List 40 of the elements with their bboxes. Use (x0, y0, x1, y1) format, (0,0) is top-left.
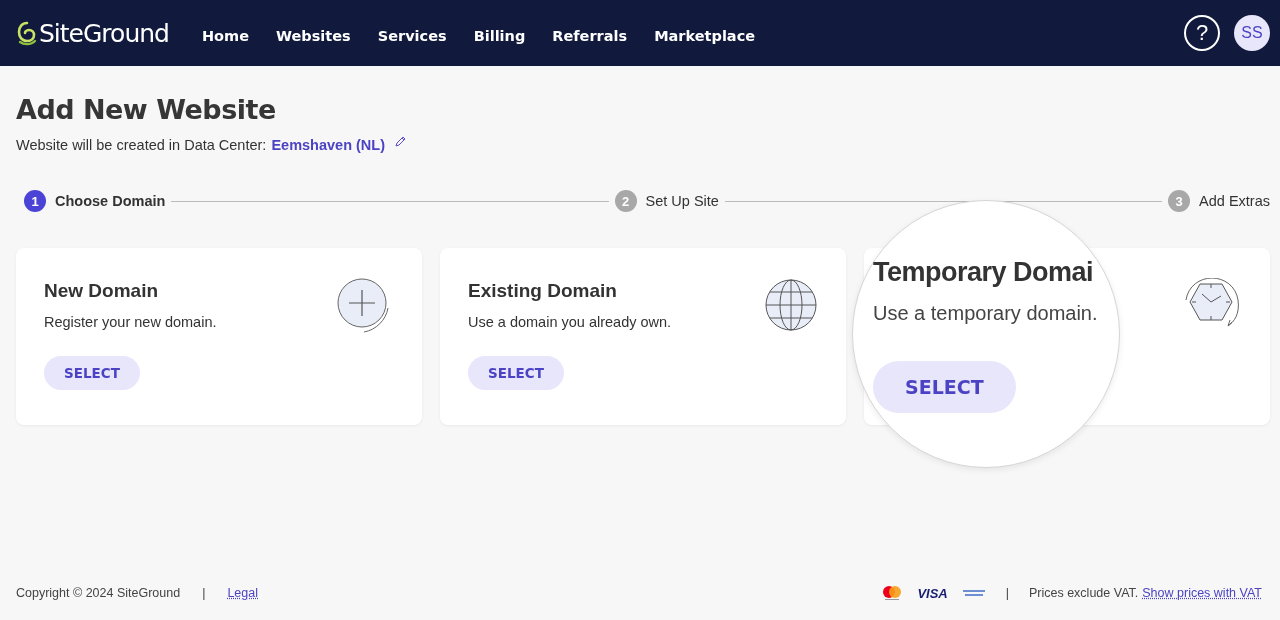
card-title: Existing Domain (468, 280, 618, 302)
show-vat-link[interactable]: Show prices with VAT (1142, 586, 1262, 600)
globe-icon (764, 278, 818, 332)
visa-logo: VISA (917, 585, 948, 601)
data-center-label: Website will be created in Data Center: (16, 137, 267, 153)
separator: | (1005, 586, 1009, 600)
step-number: 1 (24, 190, 46, 212)
card-description: Use a domain you already own. (468, 314, 673, 330)
nav-link[interactable]: Marketplace (654, 28, 756, 44)
copyright-text: Copyright © 2024 SiteGround (16, 586, 181, 600)
step-number: 2 (614, 190, 637, 212)
card-title: Temporary Domai (873, 257, 1095, 288)
vat-note: Prices exclude VAT. (1028, 586, 1139, 600)
select-button[interactable]: SELECT (873, 361, 1016, 413)
nav-link[interactable]: Services (377, 28, 447, 44)
separator: | (202, 586, 206, 600)
nav-link[interactable]: Home (201, 28, 249, 44)
clock-icon (1182, 278, 1242, 328)
user-avatar[interactable]: SS (1234, 15, 1270, 51)
logo-text[interactable]: SiteGround (39, 18, 169, 48)
help-button[interactable]: ? (1184, 15, 1220, 51)
page-title: Add New Website (16, 94, 277, 125)
select-button[interactable]: SELECT (44, 356, 140, 390)
logo-swirl-icon (16, 20, 38, 46)
nav-link[interactable]: Websites (276, 28, 351, 44)
pencil-icon[interactable] (394, 134, 407, 148)
card-description: Register your new domain. (44, 314, 218, 330)
nav-link[interactable]: Referrals (552, 28, 628, 44)
step-label: Set Up Site (645, 193, 719, 209)
step-label: Add Extras (1199, 193, 1270, 209)
mastercard-icon (881, 585, 904, 601)
step-number: 3 (1168, 190, 1191, 212)
card-logo-icon (961, 588, 986, 598)
card-description: Use a temporary domain. (873, 302, 1099, 325)
legal-link[interactable]: Legal (227, 586, 258, 600)
nav-link[interactable]: Billing (473, 28, 526, 44)
data-center-link[interactable]: Eemshaven (NL) (271, 137, 385, 153)
select-button[interactable]: SELECT (468, 356, 564, 390)
step-label: Choose Domain (55, 193, 166, 209)
card-title: New Domain (44, 280, 160, 302)
